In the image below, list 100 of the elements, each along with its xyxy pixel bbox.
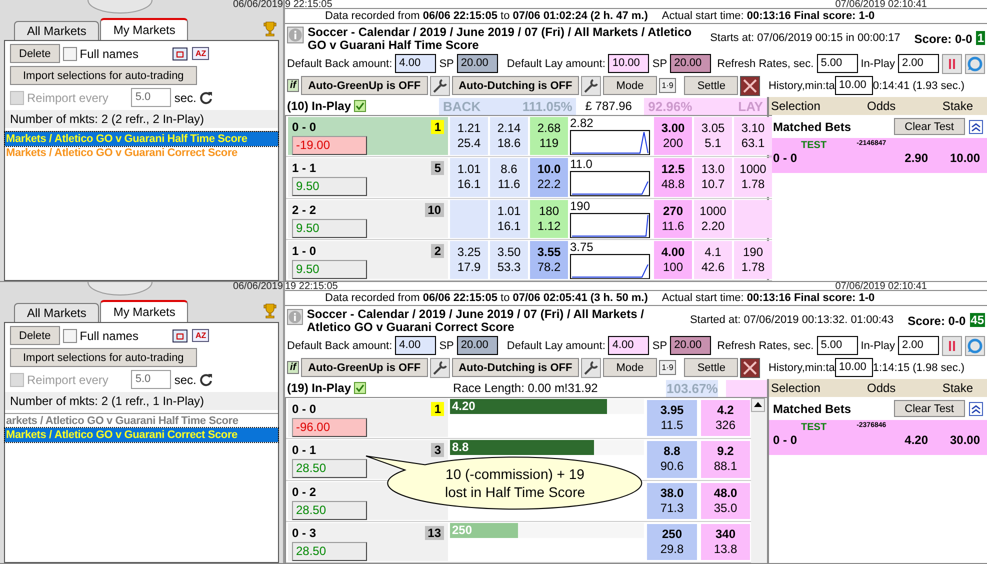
profit-field[interactable]: 28.50: [292, 459, 367, 478]
odds-icon[interactable]: 1·9: [658, 78, 676, 93]
mode-button[interactable]: Mode: [603, 358, 657, 377]
sort-icon[interactable]: AZ: [192, 329, 210, 342]
back-price-cell[interactable]: [450, 200, 488, 238]
refresh-field[interactable]: 5.00: [816, 336, 858, 355]
info-icon[interactable]: [287, 308, 303, 326]
import-button[interactable]: Import selections for auto-trading: [10, 348, 197, 367]
lay-price-cell[interactable]: 48.0 35.0: [700, 482, 751, 520]
back-price-cell[interactable]: 2.68 119: [530, 117, 568, 156]
calendar-icon[interactable]: [171, 328, 190, 344]
greenup-button[interactable]: Auto-GreenUp is OFF: [301, 76, 428, 95]
profit-field[interactable]: 28.50: [292, 500, 367, 520]
sort-icon[interactable]: AZ: [192, 47, 210, 60]
lay-amount-field[interactable]: 4.00: [608, 336, 650, 355]
back-price-cell[interactable]: 3.25 17.9: [450, 240, 488, 279]
close-chart-icon[interactable]: [740, 76, 760, 96]
tab[interactable]: All Markets: [14, 303, 100, 322]
profit-field[interactable]: 9.50: [292, 177, 367, 196]
tab[interactable]: My Markets: [100, 18, 188, 40]
back-sp-field[interactable]: 20.00: [456, 54, 498, 73]
lay-sp-field[interactable]: 20.00: [670, 54, 712, 73]
market-item[interactable]: Markets / Atletico GO v Guarani Half Time Score: [5, 132, 278, 146]
import-button[interactable]: Import selections for auto-trading: [10, 66, 197, 85]
odds-icon[interactable]: 1·9: [658, 360, 676, 375]
history-field[interactable]: 10.00: [834, 76, 873, 95]
back-price-cell[interactable]: 10.0 22.2: [530, 158, 568, 196]
lay-price-cell[interactable]: 3.10 63.1: [734, 117, 772, 156]
lay-price-cell[interactable]: 4.00 100: [654, 240, 692, 279]
wrench-icon[interactable]: [430, 358, 450, 378]
back-price-cell[interactable]: 1.01 16.1: [450, 158, 488, 196]
clear-test-button[interactable]: Clear Test: [894, 118, 965, 135]
back-price-cell[interactable]: 38.0 71.3: [646, 482, 698, 520]
reload-icon[interactable]: [965, 54, 986, 74]
dutching-button[interactable]: Auto-Dutching is OFF: [452, 358, 580, 377]
inplay-rate-field[interactable]: 2.00: [898, 54, 940, 73]
lay-price-cell[interactable]: 340 13.8: [700, 522, 751, 561]
lay-price-cell[interactable]: 3.00 200: [654, 117, 692, 156]
lay-price-cell[interactable]: 12.5 48.8: [654, 158, 692, 196]
tab[interactable]: My Markets: [100, 300, 188, 322]
wrench-icon[interactable]: [581, 358, 602, 378]
back-amount-field[interactable]: 4.00: [395, 54, 436, 73]
pause-icon[interactable]: [942, 54, 962, 74]
mode-button[interactable]: Mode: [603, 76, 657, 95]
calendar-icon[interactable]: [171, 46, 190, 62]
lay-price-cell[interactable]: 270 11.6: [654, 200, 692, 238]
lay-price-cell[interactable]: 4.1 42.6: [694, 240, 732, 279]
back-price-cell[interactable]: 8.6 11.6: [490, 158, 528, 196]
back-price-cell[interactable]: 8.8 90.6: [646, 440, 698, 478]
scroll-up-icon[interactable]: [751, 398, 765, 412]
checkbox[interactable]: [62, 46, 77, 60]
reload-icon[interactable]: [965, 336, 986, 356]
collapse-icon[interactable]: [969, 402, 983, 416]
refresh-icon[interactable]: [199, 372, 214, 386]
market-item[interactable]: arkets / Atletico GO v Guarani Half Time Score: [5, 414, 278, 428]
settle-button[interactable]: Settle: [684, 76, 738, 95]
lay-price-cell[interactable]: 9.2 88.1: [700, 440, 751, 478]
back-price-cell[interactable]: 3.95 11.5: [646, 399, 698, 438]
wrench-icon[interactable]: [430, 76, 450, 96]
profit-field[interactable]: 28.50: [292, 542, 367, 561]
lay-price-cell[interactable]: 13.0 10.7: [694, 158, 732, 196]
collapse-icon[interactable]: [969, 120, 983, 134]
lay-price-cell[interactable]: 1000 2.20: [694, 200, 732, 238]
back-price-cell[interactable]: 3.50 53.3: [490, 240, 528, 279]
back-price-cell[interactable]: 250 29.8: [646, 522, 698, 561]
back-price-cell[interactable]: 1.21 25.4: [450, 117, 488, 156]
back-sp-field[interactable]: 20.00: [456, 336, 498, 355]
clear-test-button[interactable]: Clear Test: [894, 400, 965, 417]
back-amount-field[interactable]: 4.00: [395, 336, 436, 355]
wrench-icon[interactable]: [581, 76, 602, 96]
lay-price-cell[interactable]: 3.05 5.1: [694, 117, 732, 156]
info-icon[interactable]: [287, 26, 304, 44]
checkbox[interactable]: [62, 328, 77, 342]
profit-field[interactable]: 9.50: [292, 218, 367, 238]
tab[interactable]: All Markets: [14, 21, 100, 40]
lay-sp-field[interactable]: 20.00: [670, 336, 712, 355]
delete-button[interactable]: Delete: [10, 326, 60, 345]
lay-amount-field[interactable]: 10.00: [608, 54, 650, 73]
refresh-icon[interactable]: [199, 90, 214, 104]
back-price-cell[interactable]: 3.55 78.2: [530, 240, 568, 279]
settle-button[interactable]: Settle: [684, 358, 738, 377]
profit-field[interactable]: 9.50: [292, 260, 367, 279]
lay-price-cell[interactable]: 190 1.78: [734, 240, 772, 279]
back-price-cell[interactable]: 2.14 18.6: [490, 117, 528, 156]
market-item[interactable]: Markets / Atletico GO v Guarani Correct Score: [5, 428, 278, 442]
dutching-button[interactable]: Auto-Dutching is OFF: [452, 76, 580, 95]
lay-price-cell[interactable]: 1000 1.78: [734, 158, 772, 196]
pause-icon[interactable]: [942, 336, 962, 356]
inplay-rate-field[interactable]: 2.00: [898, 336, 940, 355]
trophy-icon[interactable]: [261, 302, 279, 320]
back-price-cell[interactable]: 1.01 16.1: [490, 200, 528, 238]
history-field[interactable]: 10.00: [834, 358, 873, 377]
scrollbar[interactable]: [751, 397, 767, 563]
refresh-field[interactable]: 5.00: [816, 54, 858, 73]
greenup-button[interactable]: Auto-GreenUp is OFF: [301, 358, 428, 377]
close-chart-icon[interactable]: [740, 358, 760, 378]
back-price-cell[interactable]: 180 1.12: [530, 200, 568, 238]
delete-button[interactable]: Delete: [10, 44, 60, 63]
trophy-icon[interactable]: [261, 20, 279, 38]
lay-price-cell[interactable]: [734, 200, 772, 238]
